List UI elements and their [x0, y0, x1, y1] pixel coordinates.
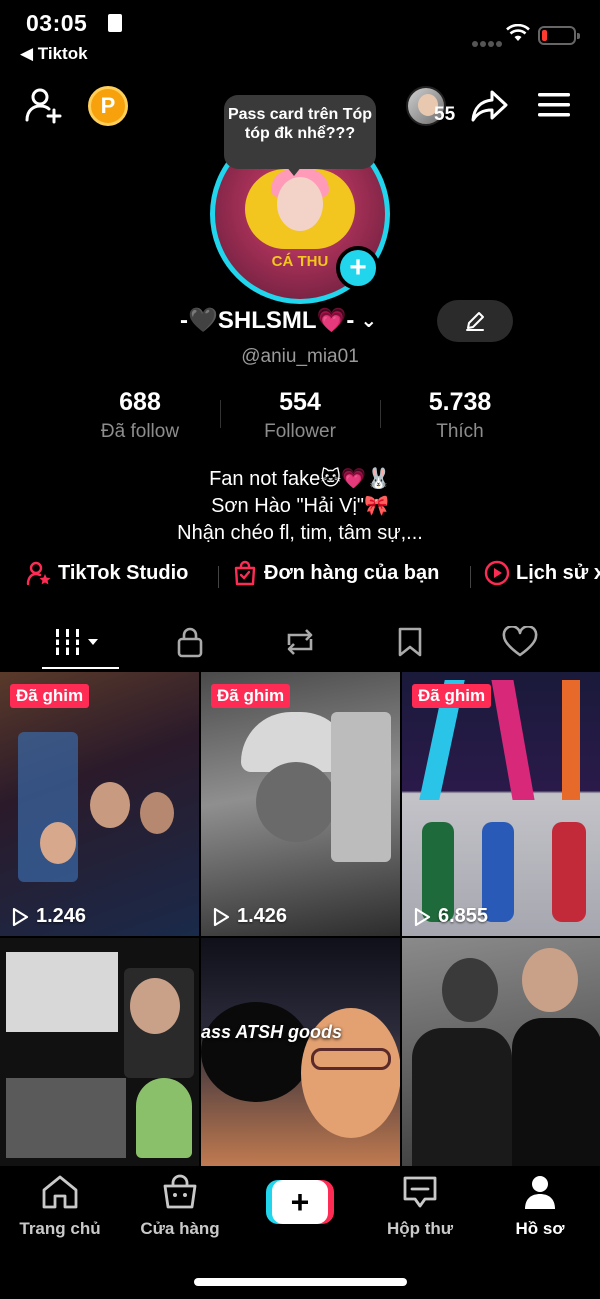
- profile-views-count[interactable]: 55: [434, 104, 455, 126]
- video-thumbnail[interactable]: Đã ghim 1.426: [201, 672, 400, 936]
- bio-line: Fan not fake🐱💗🐰: [209, 468, 391, 490]
- active-tab-indicator: [42, 667, 119, 669]
- play-icon: [12, 907, 29, 926]
- heart-icon: [502, 626, 538, 657]
- display-name-row[interactable]: -🖤SHLSML💗- ⌄: [180, 300, 377, 340]
- add-story-button[interactable]: +: [336, 246, 380, 290]
- battery-icon: [538, 26, 580, 45]
- repost-icon: [287, 629, 313, 655]
- username: @aniu_mia01: [241, 346, 359, 367]
- video-overlay-text: ass ATSH goods: [201, 1022, 343, 1042]
- watch-history-link[interactable]: Lịch sử xem: [484, 560, 600, 586]
- quick-link-label: TikTok Studio: [58, 561, 189, 584]
- pinned-badge: Đã ghim: [10, 684, 90, 708]
- video-thumbnail[interactable]: [402, 938, 600, 1166]
- quick-link-label: Lịch sử xem: [516, 561, 600, 584]
- status-bar: 03:05 ◀ Tiktok: [0, 0, 600, 72]
- profile-stats: 688 Đã follow 554 Follower 5.738 Thích: [0, 388, 600, 448]
- menu-icon[interactable]: [536, 88, 572, 122]
- coin-icon[interactable]: P: [88, 86, 128, 126]
- nav-label: Hồ sơ: [515, 1219, 565, 1238]
- stat-label: Đã follow: [100, 421, 180, 442]
- tab-private[interactable]: [150, 622, 230, 662]
- shop-icon: [163, 1174, 197, 1209]
- orders-link[interactable]: Đơn hàng của bạn: [232, 560, 439, 586]
- share-icon[interactable]: [470, 86, 510, 126]
- nav-label: Hộp thư: [386, 1219, 454, 1238]
- video-thumbnail[interactable]: Đã ghim 1.246: [0, 672, 199, 936]
- play-icon: [414, 907, 431, 926]
- nav-inbox[interactable]: Hộp thư: [365, 1174, 475, 1239]
- inbox-icon: [403, 1176, 437, 1208]
- nav-profile[interactable]: Hồ sơ: [485, 1174, 595, 1239]
- video-thumbnail[interactable]: [0, 938, 199, 1166]
- nav-home[interactable]: Trang chủ: [5, 1174, 115, 1239]
- tab-liked[interactable]: [480, 622, 560, 662]
- wifi-icon: [506, 24, 530, 41]
- video-thumbnail[interactable]: Đã ghim 6.855: [402, 672, 600, 936]
- nav-shop[interactable]: Cửa hàng: [125, 1174, 235, 1239]
- nav-label: Trang chủ: [19, 1219, 101, 1238]
- bookmark-icon: [398, 627, 422, 657]
- pencil-icon: [466, 312, 484, 331]
- content-tabs: [0, 614, 600, 670]
- profile-icon: [525, 1176, 555, 1209]
- quick-link-label: Đơn hàng của bạn: [264, 561, 440, 584]
- view-count: 1.246: [10, 905, 86, 928]
- pinned-badge: Đã ghim: [412, 684, 492, 708]
- book-icon: [108, 14, 122, 32]
- play-icon: [213, 907, 230, 926]
- stat-followers[interactable]: 554 Follower: [220, 388, 380, 443]
- video-thumbnail[interactable]: ass ATSH goods: [201, 938, 400, 1166]
- nav-label: Cửa hàng: [140, 1219, 220, 1238]
- tab-reposts[interactable]: [260, 622, 340, 662]
- view-count: 6.855: [412, 905, 488, 928]
- divider: [470, 566, 471, 588]
- home-indicator[interactable]: [194, 1278, 407, 1286]
- shopping-bag-icon: [234, 560, 256, 586]
- view-count: 1.426: [211, 905, 287, 928]
- person-star-icon: [26, 561, 51, 586]
- stat-label: Follower: [264, 421, 336, 442]
- create-button[interactable]: +: [266, 1180, 334, 1224]
- home-icon: [42, 1175, 78, 1209]
- bio: Fan not fake🐱💗🐰 Sơn Hào "Hải Vị"🎀 Nhận c…: [0, 466, 600, 547]
- quick-links: TikTok Studio Đơn hàng của bạn Lịch sử x…: [0, 560, 600, 594]
- profile-note[interactable]: Pass card trên Tóp tóp đk nhể???: [224, 95, 376, 169]
- display-name: -🖤SHLSML💗-: [180, 306, 355, 334]
- view-count-value: 6.855: [438, 905, 489, 927]
- stat-value: 554: [279, 388, 321, 416]
- play-circle-icon: [484, 560, 510, 586]
- tiktok-studio-link[interactable]: TikTok Studio: [26, 560, 188, 586]
- create-plus-icon: +: [272, 1180, 328, 1224]
- tab-favorites[interactable]: [370, 622, 450, 662]
- clock: 03:05: [26, 10, 88, 36]
- profile-note-tail: [286, 166, 302, 176]
- stat-value: 5.738: [428, 388, 492, 416]
- tab-videos[interactable]: [40, 622, 120, 662]
- view-count-value: 1.246: [36, 905, 87, 927]
- pinned-badge: Đã ghim: [211, 684, 291, 708]
- edit-profile-button[interactable]: [437, 300, 513, 342]
- stat-label: Thích: [436, 421, 484, 442]
- cellular-signal-icon: [472, 34, 504, 52]
- view-count-value: 1.426: [237, 905, 288, 927]
- lock-icon: [177, 627, 203, 658]
- add-friend-icon[interactable]: [24, 86, 64, 126]
- divider: [218, 566, 219, 588]
- back-to-app-link[interactable]: ◀ Tiktok: [20, 44, 88, 64]
- bio-line: Nhận chéo fl, tim, tâm sự,...: [177, 522, 423, 544]
- stat-likes[interactable]: 5.738 Thích: [380, 388, 540, 443]
- grid-icon: [54, 629, 98, 655]
- chevron-down-icon: ⌄: [360, 309, 378, 332]
- stat-following[interactable]: 688 Đã follow: [60, 388, 220, 443]
- stat-value: 688: [119, 388, 161, 416]
- bio-line: Sơn Hào "Hải Vị"🎀: [211, 495, 389, 517]
